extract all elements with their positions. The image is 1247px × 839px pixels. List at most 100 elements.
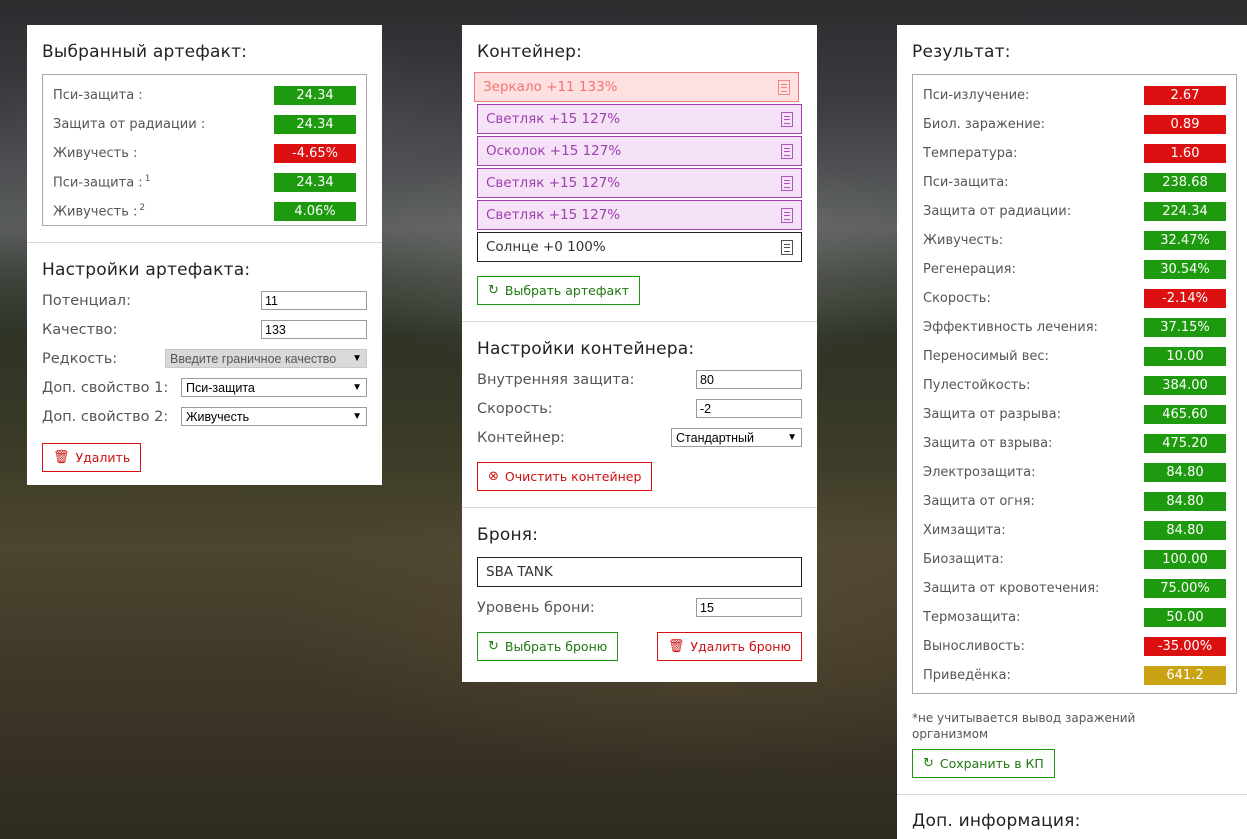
footnote-marker: 1	[144, 174, 151, 185]
stat-value: 4.06%	[274, 202, 356, 221]
save-to-kp-label: Сохранить в КП	[939, 756, 1044, 771]
artifact-settings-title: Настройки артефакта:	[42, 260, 251, 280]
result-row: Электрозащита: 84.80	[923, 458, 1226, 487]
document-icon[interactable]	[778, 79, 790, 95]
result-footnote: *не учитывается вывод заражений организм…	[912, 711, 1136, 741]
result-row: Защита от радиации: 224.34	[923, 197, 1226, 226]
extra2-select-value: Живучесть	[186, 409, 250, 424]
inner-protection-input[interactable]	[696, 370, 802, 389]
result-value: 0.89	[1144, 115, 1226, 134]
extra2-select[interactable]: Живучесть ▼	[181, 407, 367, 426]
result-value: -35.00%	[1144, 637, 1226, 656]
result-label: Пси-излучение:	[923, 88, 1030, 103]
slot-label: Зеркало +11 133%	[483, 79, 618, 95]
result-panel: Результат: Пси-излучение: 2.67 Биол. зара…	[897, 25, 1247, 839]
armor-name-field[interactable]: SBA TANK	[477, 557, 802, 587]
result-row: Биозащита: 100.00	[923, 545, 1226, 574]
clear-container-button[interactable]: ⊗ Очистить контейнер	[477, 462, 653, 491]
stat-value: 24.34	[274, 115, 356, 134]
delete-artifact-button[interactable]: 🗑 Удалить	[42, 443, 142, 472]
result-row: Регенерация: 30.54%	[923, 255, 1226, 284]
result-label: Пулестойкость:	[923, 378, 1031, 393]
result-label: Защита от взрыва:	[923, 436, 1053, 451]
delete-armor-button[interactable]: 🗑 Удалить броню	[656, 632, 802, 661]
result-value: 32.47%	[1144, 231, 1226, 250]
container-type-row: Контейнер: Стандартный ▼	[477, 423, 802, 452]
container-title: Контейнер:	[477, 42, 583, 62]
choose-armor-button[interactable]: ↻ Выбрать броню	[477, 632, 619, 661]
result-row: Выносливость: -35.00%	[923, 632, 1226, 661]
stat-row: Пси-защита :1 24.34	[53, 168, 356, 197]
container-slot[interactable]: Светляк +15 127%	[477, 168, 802, 198]
chevron-down-icon: ▼	[352, 411, 362, 422]
result-label: Термозащита:	[923, 610, 1021, 625]
document-icon[interactable]	[781, 207, 793, 223]
inner-protection-row: Внутренняя защита:	[477, 365, 802, 394]
result-label: Живучесть:	[923, 233, 1004, 248]
result-row: Температура: 1.60	[923, 139, 1226, 168]
save-to-kp-button[interactable]: ↻ Сохранить в КП	[912, 749, 1055, 778]
quality-input[interactable]	[261, 320, 367, 339]
container-type-value: Стандартный	[676, 430, 754, 445]
result-row: Живучесть: 32.47%	[923, 226, 1226, 255]
result-label: Переносимый вес:	[923, 349, 1049, 364]
container-type-select[interactable]: Стандартный ▼	[671, 428, 802, 447]
speed-input[interactable]	[696, 399, 802, 418]
result-row: Скорость: -2.14%	[923, 284, 1226, 313]
armor-name: SBA TANK	[486, 564, 553, 580]
armor-level-input[interactable]	[696, 598, 802, 617]
result-value: 50.00	[1144, 608, 1226, 627]
result-row: Биол. заражение: 0.89	[923, 110, 1226, 139]
delete-armor-label: Удалить броню	[690, 639, 791, 654]
potential-input[interactable]	[261, 291, 367, 310]
result-row: Эффективность лечения: 37.15%	[923, 313, 1226, 342]
container-type-label: Контейнер:	[477, 429, 565, 446]
delete-artifact-label: Удалить	[75, 450, 131, 465]
result-stats: Пси-излучение: 2.67 Биол. заражение: 0.89 …	[912, 74, 1237, 694]
container-slot[interactable]: Солнце +0 100%	[477, 232, 802, 262]
result-value: 2.67	[1144, 86, 1226, 105]
slot-label: Светляк +15 127%	[486, 175, 621, 191]
armor-level-label: Уровень брони:	[477, 599, 595, 616]
stat-label: Защита от радиации :	[53, 117, 206, 132]
slot-label: Светляк +15 127%	[486, 207, 621, 223]
container-slot[interactable]: Светляк +15 127%	[477, 200, 802, 230]
stat-label: Пси-защита :1	[53, 174, 151, 191]
result-label: Химзащита:	[923, 523, 1006, 538]
document-icon[interactable]	[781, 143, 793, 159]
selected-artifact-stats: Пси-защита : 24.34 Защита от радиации : …	[42, 74, 367, 226]
result-row: Защита от взрыва: 475.20	[923, 429, 1226, 458]
container-slot[interactable]: Зеркало +11 133%	[474, 72, 799, 102]
result-value: 100.00	[1144, 550, 1226, 569]
extra-info-title: Доп. информация:	[912, 811, 1081, 831]
container-settings-title: Настройки контейнера:	[477, 339, 695, 359]
result-value: 465.60	[1144, 405, 1226, 424]
container-slot[interactable]: Светляк +15 127%	[477, 104, 802, 134]
extra1-select-value: Пси-защита	[186, 380, 255, 395]
inner-protection-label: Внутренняя защита:	[477, 371, 635, 388]
choose-armor-label: Выбрать броню	[504, 639, 608, 654]
result-row: Пулестойкость: 384.00	[923, 371, 1226, 400]
document-icon[interactable]	[781, 111, 793, 127]
rarity-select[interactable]: Введите граничное качество ▼	[165, 349, 367, 368]
result-label: Выносливость:	[923, 639, 1025, 654]
extra1-select[interactable]: Пси-защита ▼	[181, 378, 367, 397]
chevron-down-icon: ▼	[352, 382, 362, 393]
result-row: Защита от кровотечения: 75.00%	[923, 574, 1226, 603]
result-row: Защита от разрыва: 465.60	[923, 400, 1226, 429]
result-label: Защита от радиации:	[923, 204, 1072, 219]
choose-artifact-button[interactable]: ↻ Выбрать артефакт	[477, 276, 641, 305]
trash-icon: 🗑	[53, 450, 70, 465]
quality-row: Качество:	[42, 315, 367, 344]
clear-container-label: Очистить контейнер	[504, 469, 642, 484]
result-title: Результат:	[912, 42, 1011, 62]
container-slot[interactable]: Осколок +15 127%	[477, 136, 802, 166]
result-label: Эффективность лечения:	[923, 320, 1098, 335]
refresh-icon: ↻	[488, 639, 499, 654]
document-icon[interactable]	[781, 175, 793, 191]
extra1-label: Доп. свойство 1:	[42, 379, 169, 396]
document-icon[interactable]	[781, 239, 793, 255]
stat-row: Живучесть :2 4.06%	[53, 197, 356, 226]
potential-row: Потенциал:	[42, 286, 367, 315]
slot-label: Осколок +15 127%	[486, 143, 622, 159]
